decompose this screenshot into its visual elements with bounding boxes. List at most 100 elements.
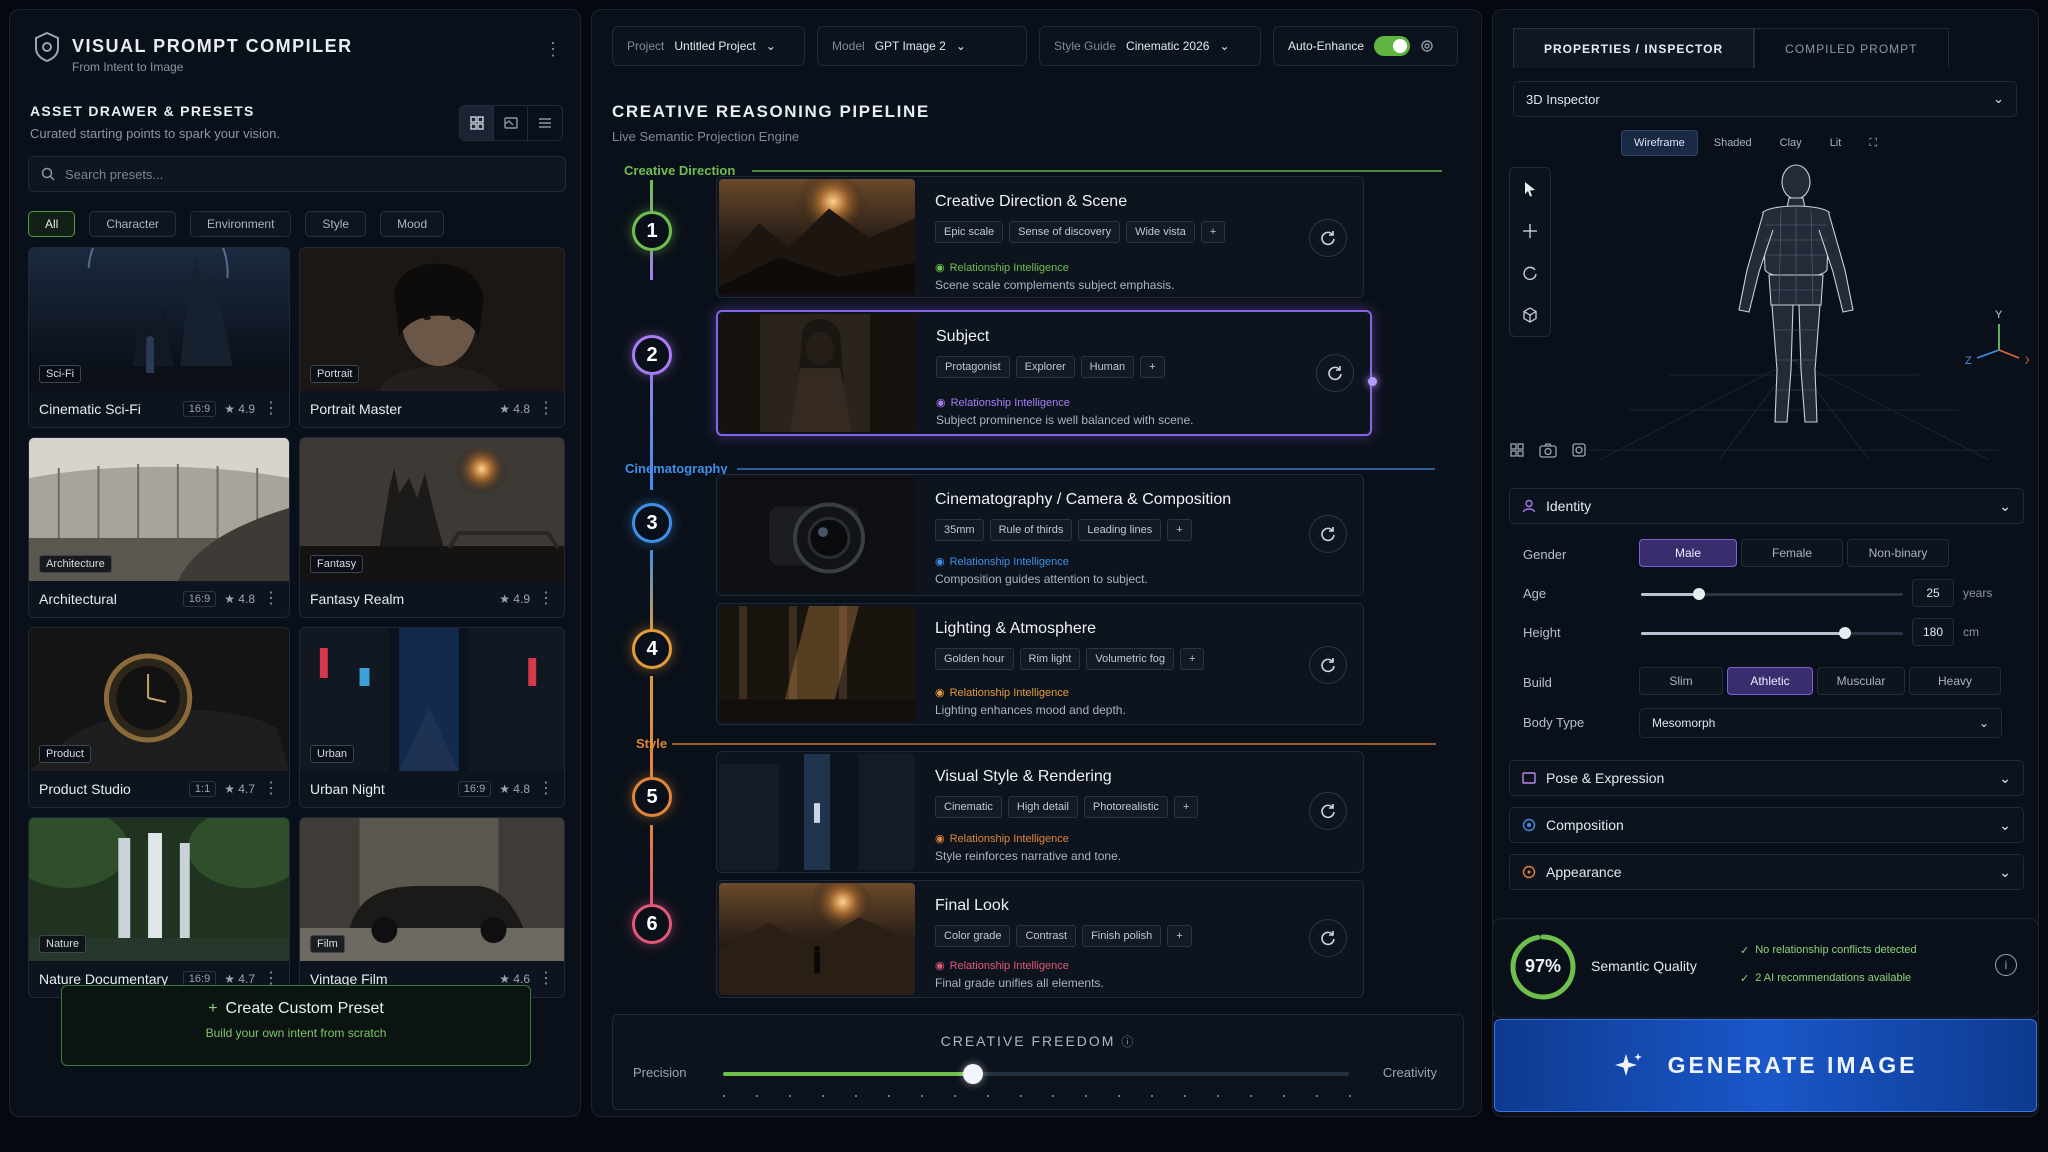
info-icon[interactable]: ⓘ: [1121, 1035, 1135, 1049]
stage-tag[interactable]: Rim light: [1019, 648, 1081, 670]
height-input[interactable]: 180: [1912, 618, 1954, 646]
gear-icon[interactable]: [1420, 39, 1434, 53]
preset-card-sci-fi[interactable]: Sci-Fi Cinematic Sci-Fi 16:9 ★ 4.9 ⋮: [28, 247, 290, 428]
stage-tag[interactable]: Human: [1080, 356, 1135, 378]
add-tag-button[interactable]: +: [1180, 648, 1205, 670]
stage-tag[interactable]: Protagonist: [936, 356, 1010, 378]
body-type-select[interactable]: Mesomorph ⌄: [1639, 708, 2002, 738]
preset-menu-icon[interactable]: ⋮: [538, 591, 554, 607]
regenerate-stage-button[interactable]: [1309, 919, 1347, 957]
height-slider[interactable]: [1641, 627, 1903, 639]
stage-tag[interactable]: Finish polish: [1082, 925, 1162, 947]
stage-tag[interactable]: Golden hour: [935, 648, 1014, 670]
style-guide-select[interactable]: Style Guide Cinematic 2026 ⌄: [1039, 26, 1261, 66]
stage-node-2[interactable]: 2: [632, 335, 672, 375]
regenerate-stage-button[interactable]: [1309, 792, 1347, 830]
age-input[interactable]: 25: [1912, 579, 1954, 607]
inspector-mode-select[interactable]: 3D Inspector ⌄: [1513, 81, 2017, 117]
stage-card-style[interactable]: Visual Style & Rendering Cinematic High d…: [716, 751, 1364, 873]
move-icon[interactable]: [1510, 210, 1550, 252]
cube-icon[interactable]: [1510, 294, 1550, 336]
preset-card-nature[interactable]: Nature Nature Documentary 16:9 ★ 4.7 ⋮: [28, 817, 290, 998]
stage-tag[interactable]: High detail: [1007, 796, 1078, 818]
tab-properties[interactable]: PROPERTIES / INSPECTOR: [1513, 28, 1755, 68]
stage-tag[interactable]: Volumetric fog: [1086, 648, 1175, 670]
fullscreen-icon[interactable]: ⛶: [1857, 131, 1889, 156]
auto-enhance-toggle[interactable]: [1374, 36, 1411, 56]
gender-option-female[interactable]: Female: [1741, 539, 1843, 567]
add-tag-button[interactable]: +: [1140, 356, 1165, 378]
filter-chip-environment[interactable]: Environment: [190, 211, 292, 237]
identity-section-header[interactable]: Identity ⌄: [1509, 488, 2024, 524]
filter-chip-character[interactable]: Character: [89, 211, 177, 237]
preset-menu-icon[interactable]: ⋮: [263, 591, 279, 607]
stage-node-3[interactable]: 3: [632, 503, 672, 543]
model-select[interactable]: Model GPT Image 2 ⌄: [817, 26, 1027, 66]
info-icon[interactable]: i: [1995, 954, 2017, 976]
add-tag-button[interactable]: +: [1167, 519, 1192, 541]
stage-card-scene[interactable]: Creative Direction & Scene Epic scale Sen…: [716, 176, 1364, 298]
add-tag-button[interactable]: +: [1173, 796, 1199, 818]
view-mode-lit[interactable]: Lit: [1818, 131, 1854, 155]
filter-chip-style[interactable]: Style: [305, 211, 367, 237]
stage-tag[interactable]: Cinematic: [935, 796, 1002, 818]
stage-node-5[interactable]: 5: [632, 777, 672, 817]
preset-card-product[interactable]: Product Product Studio 1:1 ★ 4.7 ⋮: [28, 627, 290, 808]
regenerate-stage-button[interactable]: [1309, 646, 1347, 684]
stage-tag[interactable]: Explorer: [1015, 356, 1075, 378]
preset-menu-icon[interactable]: ⋮: [538, 781, 554, 797]
project-select[interactable]: Project Untitled Project ⌄: [612, 26, 805, 66]
add-tag-button[interactable]: +: [1167, 925, 1192, 947]
build-option-muscular[interactable]: Muscular: [1817, 667, 1905, 695]
grid-icon[interactable]: [1509, 442, 1525, 458]
preset-menu-icon[interactable]: ⋮: [538, 401, 554, 417]
creative-freedom-slider[interactable]: [723, 1064, 1349, 1084]
gender-option-non-binary[interactable]: Non-binary: [1847, 539, 1949, 567]
gender-option-male[interactable]: Male: [1639, 539, 1737, 567]
search-input[interactable]: [65, 166, 545, 182]
build-option-athletic[interactable]: Athletic: [1727, 667, 1813, 695]
regenerate-stage-button[interactable]: [1309, 219, 1347, 257]
slider-thumb[interactable]: [1692, 588, 1705, 600]
preset-menu-icon[interactable]: ⋮: [263, 781, 279, 797]
stage-node-6[interactable]: 6: [632, 904, 672, 944]
preset-menu-icon[interactable]: ⋮: [538, 971, 554, 987]
regenerate-stage-button[interactable]: [1309, 515, 1347, 553]
view-mode-wireframe[interactable]: Wireframe: [1621, 130, 1698, 156]
appearance-section-header[interactable]: Appearance ⌄: [1509, 854, 2024, 890]
stage-tag[interactable]: Sense of discovery: [1009, 221, 1121, 243]
app-menu-icon[interactable]: ⋮: [544, 40, 562, 58]
stage-card-cinematography[interactable]: Cinematography / Camera & Composition 35…: [716, 474, 1364, 596]
filter-chip-mood[interactable]: Mood: [380, 211, 445, 237]
grid-view-icon[interactable]: [460, 106, 494, 140]
generate-image-button[interactable]: GENERATE IMAGE: [1494, 1019, 2037, 1112]
stage-tag[interactable]: 35mm: [935, 519, 984, 541]
rotate-icon[interactable]: [1510, 252, 1550, 294]
3d-viewport[interactable]: Y X Z: [1559, 160, 2029, 460]
stage-tag[interactable]: Epic scale: [935, 221, 1004, 243]
preset-card-fantasy[interactable]: Fantasy Fantasy Realm ★ 4.9 ⋮: [299, 437, 565, 618]
stage-card-subject[interactable]: Subject Protagonist Explorer Human + ◉ Relat…: [716, 310, 1372, 436]
stage-tag[interactable]: Color grade: [935, 925, 1011, 947]
add-tag-button[interactable]: +: [1200, 221, 1226, 243]
slider-thumb[interactable]: [1839, 627, 1852, 639]
stage-tag[interactable]: Wide vista: [1126, 221, 1195, 243]
filter-chip-all[interactable]: All: [28, 211, 76, 237]
stage-card-final-look[interactable]: Final Look Color grade Contrast Finish pol…: [716, 880, 1364, 998]
stage-card-lighting[interactable]: Lighting & Atmosphere Golden hour Rim lig…: [716, 603, 1364, 725]
view-mode-clay[interactable]: Clay: [1768, 131, 1814, 155]
pose-section-header[interactable]: Pose & Expression ⌄: [1509, 760, 2024, 796]
view-mode-shaded[interactable]: Shaded: [1702, 131, 1764, 155]
preset-search[interactable]: [28, 156, 566, 192]
preset-card-portrait[interactable]: Portrait Portrait Master ★ 4.8 ⋮: [299, 247, 565, 428]
build-option-slim[interactable]: Slim: [1639, 667, 1723, 695]
stage-tag[interactable]: Rule of thirds: [989, 519, 1073, 541]
stage-tag[interactable]: Photorealistic: [1083, 796, 1168, 818]
list-view-icon[interactable]: [528, 106, 562, 140]
stage-tag[interactable]: Contrast: [1016, 925, 1077, 947]
composition-section-header[interactable]: Composition ⌄: [1509, 807, 2024, 843]
regenerate-stage-button[interactable]: [1316, 354, 1354, 392]
stage-tag[interactable]: Leading lines: [1078, 519, 1162, 541]
preset-card-film[interactable]: Film Vintage Film ★ 4.6 ⋮: [299, 817, 565, 998]
slider-thumb[interactable]: [963, 1064, 984, 1084]
